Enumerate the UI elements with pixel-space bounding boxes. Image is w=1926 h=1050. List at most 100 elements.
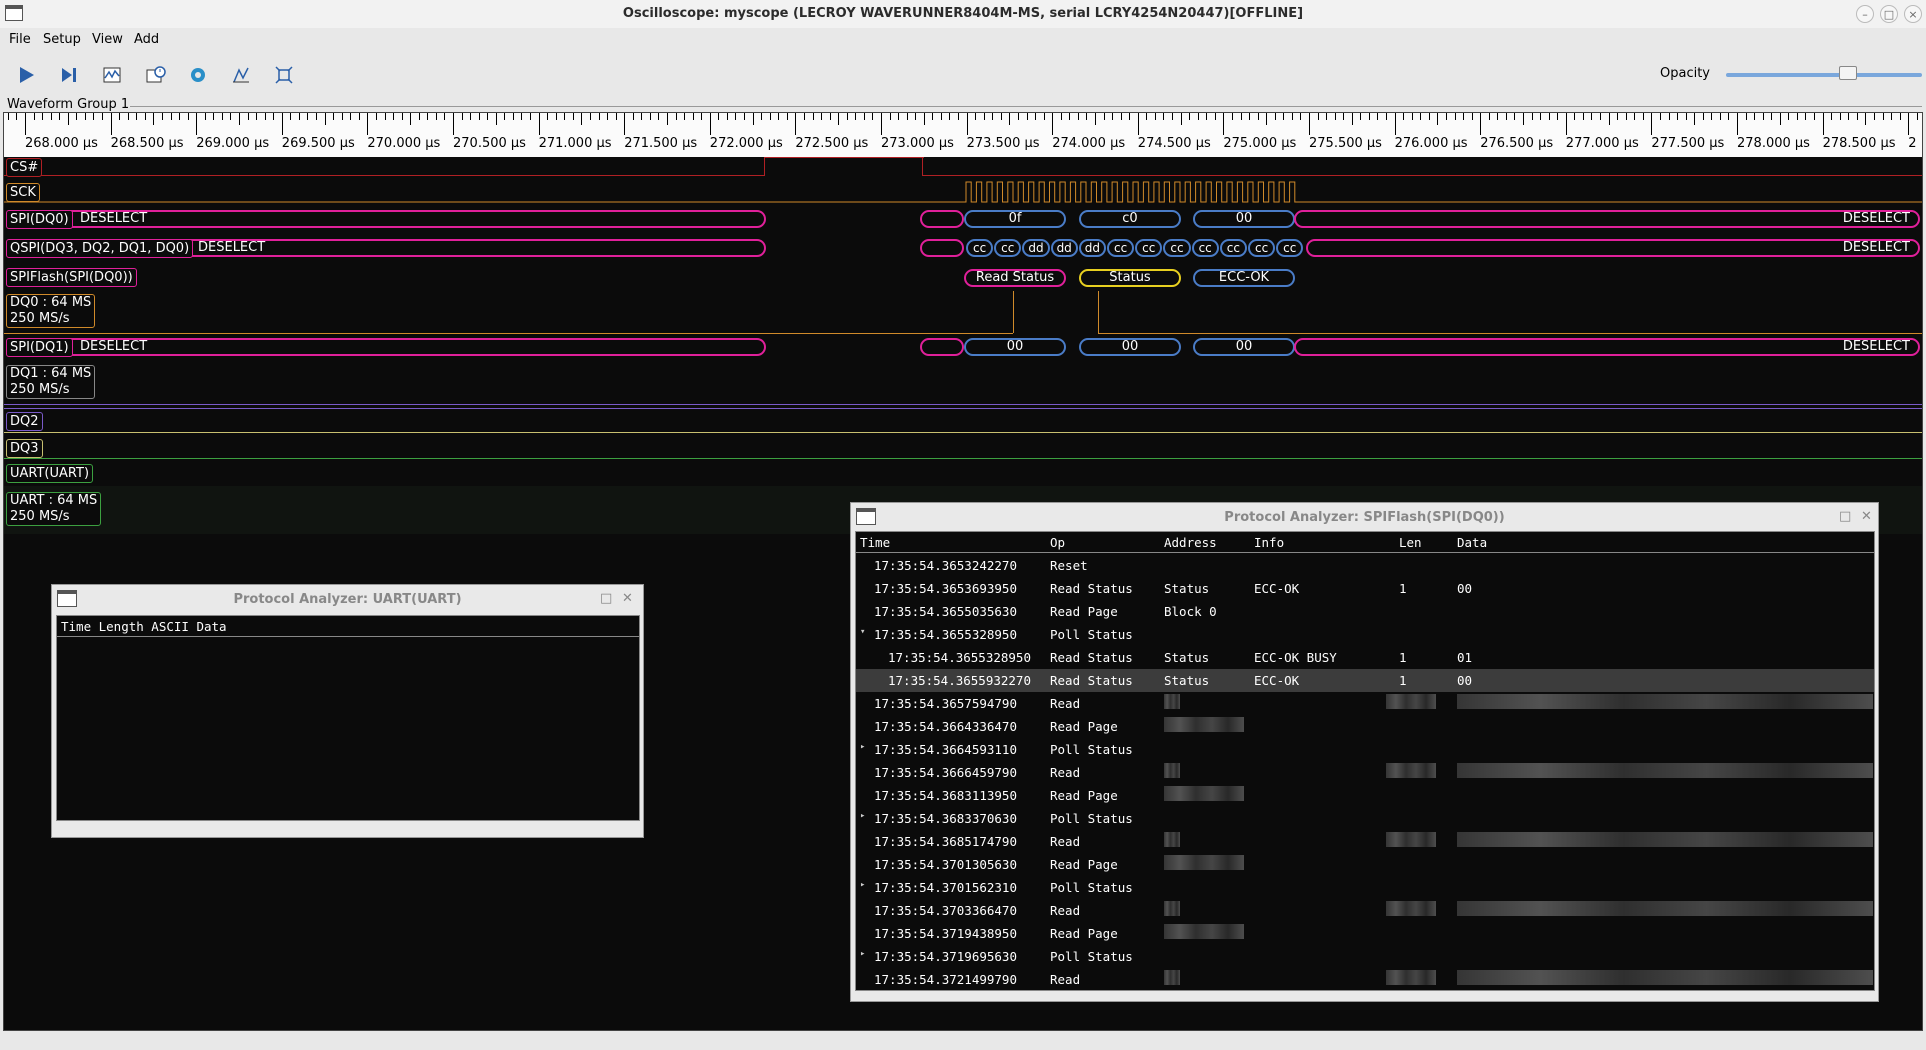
spiflash-op-read-status[interactable]: Read Status <box>964 269 1066 287</box>
spi-dq1-deselect-left[interactable]: DESELECT <box>6 338 766 356</box>
trace-label-sck[interactable]: SCK <box>6 183 40 202</box>
qspi-nibble[interactable]: cc <box>994 239 1022 257</box>
qspi-nibble[interactable]: cc <box>1163 239 1191 257</box>
trace-label-cs[interactable]: CS# <box>6 158 43 177</box>
spiflash-op-ecc[interactable]: ECC-OK <box>1193 269 1295 287</box>
history-button[interactable] <box>139 60 171 90</box>
qspi-nibble[interactable]: dd <box>1022 239 1050 257</box>
settings-button[interactable] <box>182 60 214 90</box>
qspi-nibble[interactable]: cc <box>1219 239 1247 257</box>
trace-label-dq3[interactable]: DQ3 <box>6 439 43 458</box>
trace-label-qspi[interactable]: QSPI(DQ3, DQ2, DQ1, DQ0) <box>6 239 194 258</box>
col-len[interactable]: Len <box>1399 535 1422 550</box>
table-row[interactable]: ▸ 17:35:54.3701562310 Poll Status <box>856 876 1874 899</box>
trace-uart-decode[interactable]: UART(UART) <box>4 460 1922 486</box>
col-info[interactable]: Info <box>1254 535 1284 550</box>
table-row[interactable]: 17:35:54.3655328950 Read Status Status ECC-… <box>856 646 1874 669</box>
spiflash-op-status[interactable]: Status <box>1079 269 1181 287</box>
time-ruler[interactable]: 268.000 µs 268.500 µs 269.000 µs 269.500 µs… <box>4 113 1922 157</box>
table-row[interactable]: 17:35:54.3657594790 Read <box>856 692 1874 715</box>
menu-view[interactable]: View <box>92 32 123 47</box>
qspi-nibble[interactable]: cc <box>966 239 994 257</box>
spi-dq0-byte[interactable]: c0 <box>1079 210 1181 228</box>
qspi-nibble[interactable]: cc <box>1135 239 1163 257</box>
row-expand-arrow[interactable]: ▸ <box>860 811 865 821</box>
fullscreen-button[interactable] <box>268 60 300 90</box>
trace-spi-dq1[interactable]: DESELECT 00 00 00 DESELECT SPI(DQ1) <box>4 334 1922 362</box>
minimize-icon[interactable]: – <box>1856 5 1874 23</box>
menu-add[interactable]: Add <box>134 32 159 47</box>
trace-dq0[interactable]: DQ0 : 64 MS 250 MS/s <box>4 291 1922 334</box>
table-row[interactable]: 17:35:54.3685174790 Read <box>856 830 1874 853</box>
spi-packet-table[interactable]: Time Op Address Info Len Data 17:35:54.3… <box>855 531 1875 991</box>
table-row[interactable]: 17:35:54.3653242270 Reset <box>856 554 1874 577</box>
trace-dq1[interactable]: DQ1 : 64 MS 250 MS/s <box>4 362 1922 406</box>
spi-dq0-byte[interactable]: 0f <box>964 210 1066 228</box>
table-row[interactable]: 17:35:54.3655932270 Read Status Status ECC-… <box>856 669 1874 692</box>
maximize-icon[interactable]: □ <box>1839 509 1851 524</box>
spi-dq0-deselect-right[interactable]: DESELECT <box>1294 210 1920 228</box>
table-row[interactable]: ▾ 17:35:54.3655328950 Poll Status <box>856 623 1874 646</box>
maximize-icon[interactable]: □ <box>600 591 612 606</box>
table-row[interactable]: 17:35:54.3703366470 Read <box>856 899 1874 922</box>
qspi-deselect-right[interactable]: DESELECT <box>1306 239 1920 257</box>
qspi-nibble[interactable]: cc <box>1248 239 1276 257</box>
close-icon[interactable]: × <box>1904 5 1922 23</box>
trace-label-dq0[interactable]: DQ0 : 64 MS 250 MS/s <box>6 294 96 328</box>
close-icon[interactable]: ✕ <box>1861 509 1872 524</box>
opacity-slider-thumb[interactable] <box>1838 66 1857 80</box>
trace-label-spiflash[interactable]: SPIFlash(SPI(DQ0)) <box>6 268 137 287</box>
trace-dq3[interactable]: DQ3 <box>4 434 1922 460</box>
col-address[interactable]: Address <box>1164 535 1217 550</box>
menu-file[interactable]: File <box>9 32 31 47</box>
trace-label-dq1[interactable]: DQ1 : 64 MS 250 MS/s <box>6 365 96 399</box>
qspi-nibble[interactable]: cc <box>1191 239 1219 257</box>
qspi-nibble[interactable]: cc <box>1107 239 1135 257</box>
row-expand-arrow[interactable]: ▸ <box>860 880 865 890</box>
menu-setup[interactable]: Setup <box>43 32 81 47</box>
spi-dq1-byte[interactable]: 00 <box>964 338 1066 356</box>
trace-label-uart-decode[interactable]: UART(UART) <box>6 464 94 483</box>
table-row[interactable]: 17:35:54.3666459790 Read <box>856 761 1874 784</box>
spi-dq1-deselect-right[interactable]: DESELECT <box>1294 338 1920 356</box>
spi-dq0-byte[interactable]: 00 <box>1193 210 1295 228</box>
opacity-slider[interactable] <box>1726 73 1922 77</box>
table-row[interactable]: 17:35:54.3655035630 Read Page Block 0 <box>856 600 1874 623</box>
col-op[interactable]: Op <box>1050 535 1065 550</box>
spi-dq1-byte[interactable]: 00 <box>1079 338 1181 356</box>
table-row[interactable]: 17:35:54.3664336470 Read Page <box>856 715 1874 738</box>
qspi-nibble[interactable]: dd <box>1050 239 1078 257</box>
table-row[interactable]: 17:35:54.3719438950 Read Page <box>856 922 1874 945</box>
measure-button[interactable] <box>225 60 257 90</box>
row-expand-arrow[interactable]: ▸ <box>860 949 865 959</box>
trace-spiflash[interactable]: Read Status Status ECC-OK SPIFlash(SPI(D… <box>4 263 1922 291</box>
trace-qspi[interactable]: DESELECT cc cc dd dd dd cc cc cc cc cc cc cc DESELE… <box>4 233 1922 263</box>
table-row[interactable]: ▸ 17:35:54.3664593110 Poll Status <box>856 738 1874 761</box>
qspi-start[interactable] <box>920 239 964 257</box>
spi-dq1-start[interactable] <box>920 338 964 356</box>
trace-label-spi-dq1[interactable]: SPI(DQ1) <box>6 338 73 357</box>
trace-spi-dq0[interactable]: DESELECT 0f c0 00 DESELECT SPI(DQ0) <box>4 205 1922 233</box>
table-row[interactable]: ▸ 17:35:54.3719695630 Poll Status <box>856 945 1874 968</box>
table-row[interactable]: 17:35:54.3721499790 Read <box>856 968 1874 990</box>
spi-dq0-start[interactable] <box>920 210 964 228</box>
trace-label-dq2[interactable]: DQ2 <box>6 412 43 431</box>
table-row[interactable]: 17:35:54.3701305630 Read Page <box>856 853 1874 876</box>
col-time[interactable]: Time <box>860 535 890 550</box>
spiflash-protocol-analyzer[interactable]: Protocol Analyzer: SPIFlash(SPI(DQ0)) □ … <box>850 502 1879 1002</box>
uart-protocol-analyzer[interactable]: Protocol Analyzer: UART(UART) □ ✕ Time L… <box>51 584 644 838</box>
trace-label-uart[interactable]: UART : 64 MS 250 MS/s <box>6 492 102 526</box>
close-icon[interactable]: ✕ <box>622 591 633 606</box>
table-row[interactable]: 17:35:54.3653693950 Read Status Status ECC-… <box>856 577 1874 600</box>
table-row[interactable]: 17:35:54.3683113950 Read Page <box>856 784 1874 807</box>
waveform-button[interactable] <box>96 60 128 90</box>
qspi-nibble[interactable]: dd <box>1078 239 1106 257</box>
spi-dq1-byte[interactable]: 00 <box>1193 338 1295 356</box>
qspi-nibble[interactable]: cc <box>1276 239 1304 257</box>
trace-cs[interactable]: CS# <box>4 157 1922 180</box>
row-expand-arrow[interactable]: ▸ <box>860 742 865 752</box>
spi-dq0-deselect-left[interactable]: DESELECT <box>6 210 766 228</box>
trace-dq2[interactable]: DQ2 <box>4 406 1922 434</box>
start-button[interactable] <box>10 60 42 90</box>
row-expand-arrow[interactable]: ▾ <box>860 627 865 637</box>
